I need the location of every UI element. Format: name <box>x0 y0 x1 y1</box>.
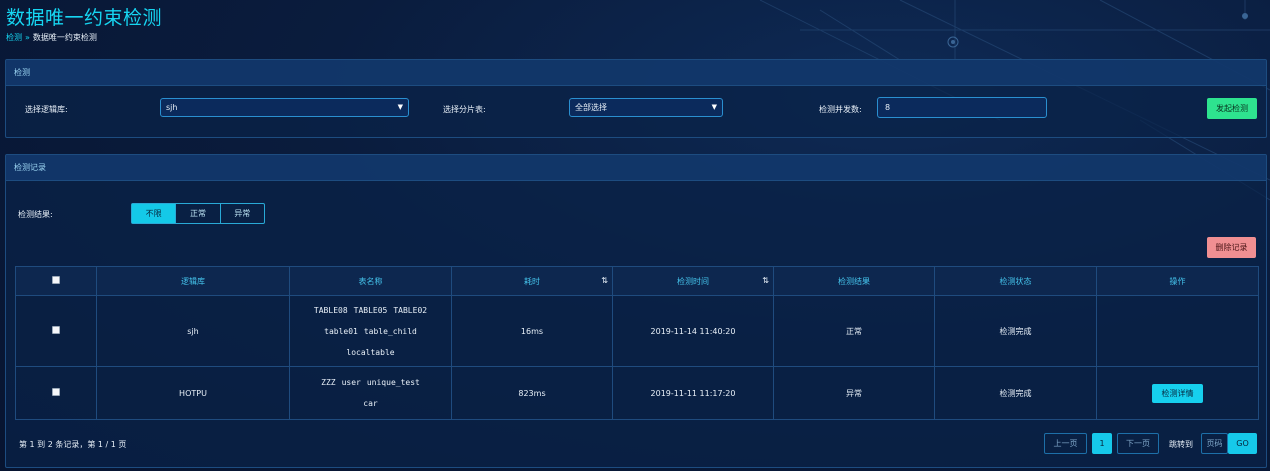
detect-panel-title: 检测 <box>6 60 1266 86</box>
row-action <box>1096 295 1259 367</box>
pagination-summary: 第 1 到 2 条记录，第 1 / 1 页 <box>19 440 127 449</box>
table-name: localtable <box>346 347 395 357</box>
row-table-names: ZZZ user unique_test car <box>289 366 452 420</box>
header-select-all <box>15 266 97 296</box>
breadcrumb: 检测» 数据唯一约束检测 <box>6 32 97 43</box>
records-table: 逻辑库 表名称 耗时 ⇅ 检测时间 ⇅ 检测结果 检测状态 操作 sjh TABLE… <box>15 266 1259 420</box>
header-detect-time-label: 检测时间 <box>677 276 709 286</box>
table-row: sjh TABLE08 TABLE05 TABLE02 table01 table_c… <box>15 295 1259 367</box>
row-duration: 823ms <box>451 366 613 420</box>
table-name: TABLE08 <box>313 305 348 315</box>
record-panel-title: 检测记录 <box>6 155 1266 181</box>
row-db: HOTPU <box>96 366 290 420</box>
row-checkbox[interactable] <box>52 326 60 334</box>
shard-table-select[interactable]: 全部选择 ▼ <box>569 98 723 117</box>
header-action: 操作 <box>1096 266 1259 296</box>
sort-icon[interactable]: ⇅ <box>601 276 608 285</box>
row-duration: 16ms <box>451 295 613 367</box>
page-button-current[interactable]: 1 <box>1092 433 1112 454</box>
row-checkbox[interactable] <box>52 388 60 396</box>
sort-icon[interactable]: ⇅ <box>762 276 769 285</box>
detect-detail-button[interactable]: 检测详情 <box>1152 383 1203 403</box>
page-title: 数据唯一约束检测 <box>6 7 163 29</box>
row-result: 正常 <box>773 295 935 367</box>
delete-records-button[interactable]: 删除记录 <box>1207 237 1256 258</box>
breadcrumb-current: 数据唯一约束检测 <box>32 33 97 42</box>
shard-table-value: 全部选择 <box>575 103 607 112</box>
row-table-names: TABLE08 TABLE05 TABLE02 table01 table_child… <box>289 295 452 367</box>
filter-label: 检测结果: <box>18 210 53 219</box>
table-name: table01 <box>324 326 358 336</box>
go-button[interactable]: GO <box>1228 433 1257 454</box>
row-status: 检测完成 <box>934 366 1097 420</box>
table-name: unique_test <box>366 378 420 387</box>
shard-table-label: 选择分片表: <box>443 105 486 114</box>
logic-db-value: sjh <box>166 103 178 112</box>
select-all-checkbox[interactable] <box>52 276 60 284</box>
caret-down-icon: ▼ <box>711 103 717 111</box>
row-time: 2019-11-11 11:17:20 <box>612 366 774 420</box>
table-name: table_child <box>363 326 417 336</box>
header-result: 检测结果 <box>773 266 935 296</box>
header-duration-label: 耗时 <box>524 276 540 286</box>
row-result: 异常 <box>773 366 935 420</box>
page-number-input[interactable]: 页码 <box>1201 433 1228 454</box>
row-db: sjh <box>96 295 290 367</box>
prev-page-button[interactable]: 上一页 <box>1044 433 1087 454</box>
header-status: 检测状态 <box>934 266 1097 296</box>
breadcrumb-link-detect[interactable]: 检测 <box>6 33 22 42</box>
detect-panel: 检测 选择逻辑库: sjh ▼ 选择分片表: 全部选择 ▼ 检测并发数: 8 发… <box>5 59 1267 138</box>
concurrency-input[interactable]: 8 <box>877 97 1047 118</box>
logic-db-label: 选择逻辑库: <box>25 105 68 114</box>
header-duration[interactable]: 耗时 ⇅ <box>451 266 613 296</box>
concurrency-label: 检测并发数: <box>819 105 862 114</box>
table-row: HOTPU ZZZ user unique_test car 823ms 2019-… <box>15 366 1259 420</box>
row-status: 检测完成 <box>934 295 1097 367</box>
table-name: TABLE02 <box>393 305 428 315</box>
filter-option-all[interactable]: 不限 <box>132 204 176 223</box>
result-filter-group: 不限 正常 异常 <box>131 203 265 224</box>
header-table-name: 表名称 <box>289 266 452 296</box>
table-name: user <box>341 378 361 387</box>
header-logic-db: 逻辑库 <box>96 266 290 296</box>
header-detect-time[interactable]: 检测时间 ⇅ <box>612 266 774 296</box>
caret-down-icon: ▼ <box>397 103 403 111</box>
jump-to-label: 跳转到 <box>1169 440 1193 449</box>
logic-db-select[interactable]: sjh ▼ <box>160 98 409 117</box>
table-header-row: 逻辑库 表名称 耗时 ⇅ 检测时间 ⇅ 检测结果 检测状态 操作 <box>15 266 1259 296</box>
table-name: TABLE05 <box>353 305 388 315</box>
filter-option-normal[interactable]: 正常 <box>175 204 219 223</box>
record-panel: 检测记录 检测结果: 不限 正常 异常 删除记录 逻辑库 表名称 耗时 ⇅ 检测时… <box>5 154 1267 468</box>
table-name: ZZZ <box>321 378 336 387</box>
breadcrumb-separator: » <box>25 33 30 42</box>
table-name: car <box>363 399 378 408</box>
row-time: 2019-11-14 11:40:20 <box>612 295 774 367</box>
next-page-button[interactable]: 下一页 <box>1117 433 1159 454</box>
filter-option-abnormal[interactable]: 异常 <box>219 204 264 223</box>
start-detect-button[interactable]: 发起检测 <box>1207 98 1257 119</box>
row-action: 检测详情 <box>1096 366 1259 420</box>
